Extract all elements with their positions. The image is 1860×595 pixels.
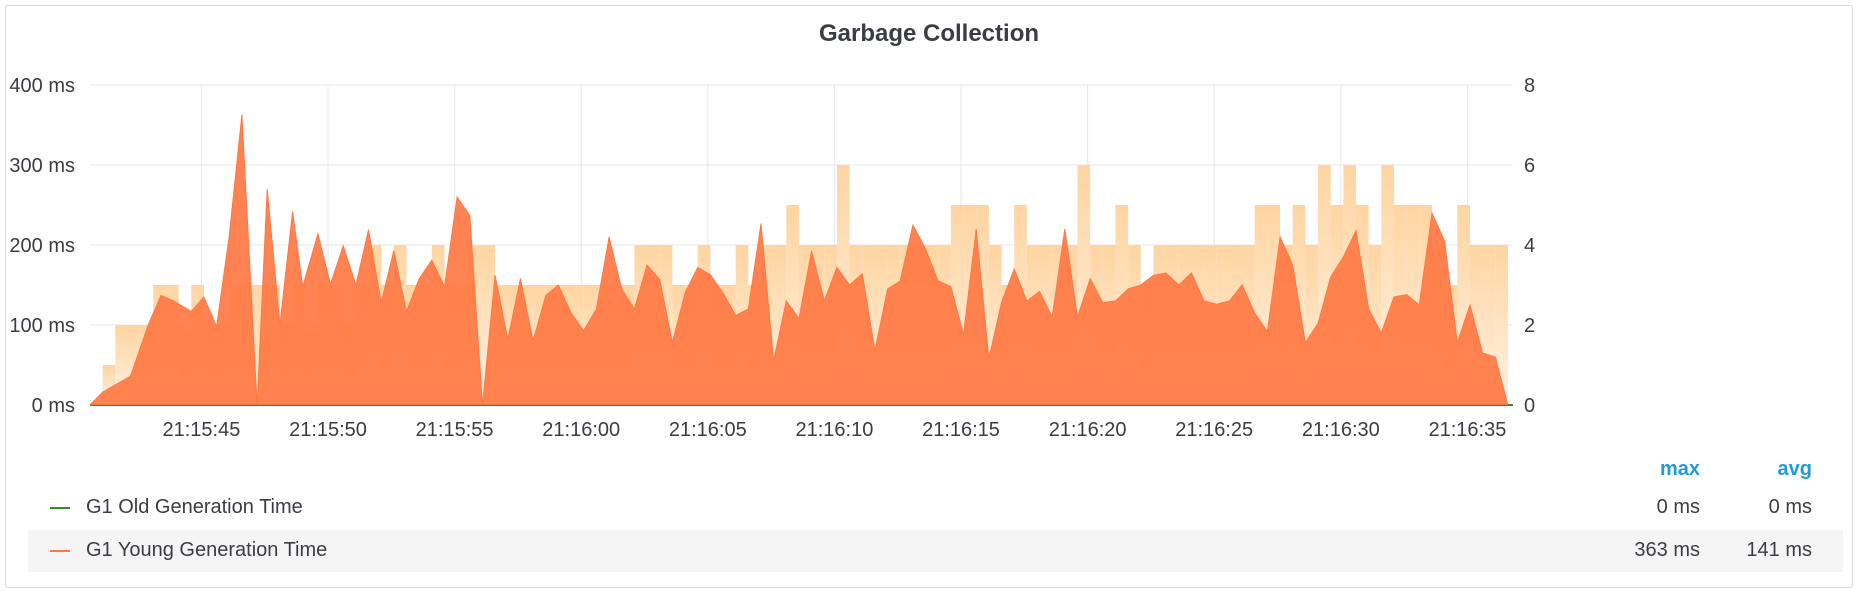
x-tick-label: 21:16:25 — [1175, 419, 1253, 441]
x-tick-label: 21:16:30 — [1302, 419, 1380, 441]
x-tick-label: 21:15:50 — [289, 419, 367, 441]
y-left-tick-label: 400 ms — [9, 75, 75, 97]
legend-header: max avg — [0, 458, 1860, 488]
legend-swatch-g1-young — [50, 550, 70, 552]
y-left-tick-label: 0 ms — [32, 395, 75, 417]
x-tick-label: 21:15:55 — [416, 419, 494, 441]
y-right-tick-label: 4 — [1524, 235, 1535, 257]
x-tick-label: 21:15:45 — [162, 419, 240, 441]
x-tick-label: 21:16:35 — [1428, 419, 1506, 441]
legend-avg-header[interactable]: avg — [1692, 458, 1812, 481]
x-tick-label: 21:16:15 — [922, 419, 1000, 441]
y-right-tick-label: 2 — [1524, 315, 1535, 337]
y-left-tick-label: 300 ms — [9, 155, 75, 177]
y-right-tick-label: 6 — [1524, 155, 1535, 177]
y-axis-left: 0 ms 100 ms 200 ms 300 ms 400 ms — [9, 75, 75, 417]
legend-max-header[interactable]: max — [1580, 458, 1700, 481]
x-tick-label: 21:16:00 — [542, 419, 620, 441]
y-right-tick-label: 8 — [1524, 75, 1535, 97]
legend-avg-g1-old: 0 ms — [1768, 496, 1812, 518]
legend-label-g1-old[interactable]: G1 Old Generation Time — [86, 496, 303, 519]
x-axis: 21:15:45 21:15:50 21:15:55 21:16:00 21:16:05… — [162, 419, 1506, 441]
legend-avg-g1-young: 141 ms — [1746, 539, 1812, 561]
legend-label-g1-young[interactable]: G1 Young Generation Time — [86, 539, 327, 562]
x-tick-label: 21:16:20 — [1049, 419, 1127, 441]
legend-swatch-g1-old — [50, 507, 70, 509]
legend-max-g1-young: 363 ms — [1634, 539, 1700, 561]
legend-row-g1-old[interactable]: G1 Old Generation Time 0 ms 0 ms — [28, 487, 1843, 529]
x-tick-label: 21:16:10 — [795, 419, 873, 441]
x-tick-label: 21:16:05 — [669, 419, 747, 441]
y-left-tick-label: 100 ms — [9, 315, 75, 337]
legend-max-g1-old: 0 ms — [1656, 496, 1700, 518]
gc-chart: 0 ms 100 ms 200 ms 300 ms 400 ms 0 2 4 6 8 21:15… — [9, 75, 1535, 441]
y-right-tick-label: 0 — [1524, 395, 1535, 417]
y-left-tick-label: 200 ms — [9, 235, 75, 257]
y-axis-right: 0 2 4 6 8 — [1524, 75, 1535, 417]
legend-row-g1-young[interactable]: G1 Young Generation Time 363 ms 141 ms — [28, 530, 1843, 572]
